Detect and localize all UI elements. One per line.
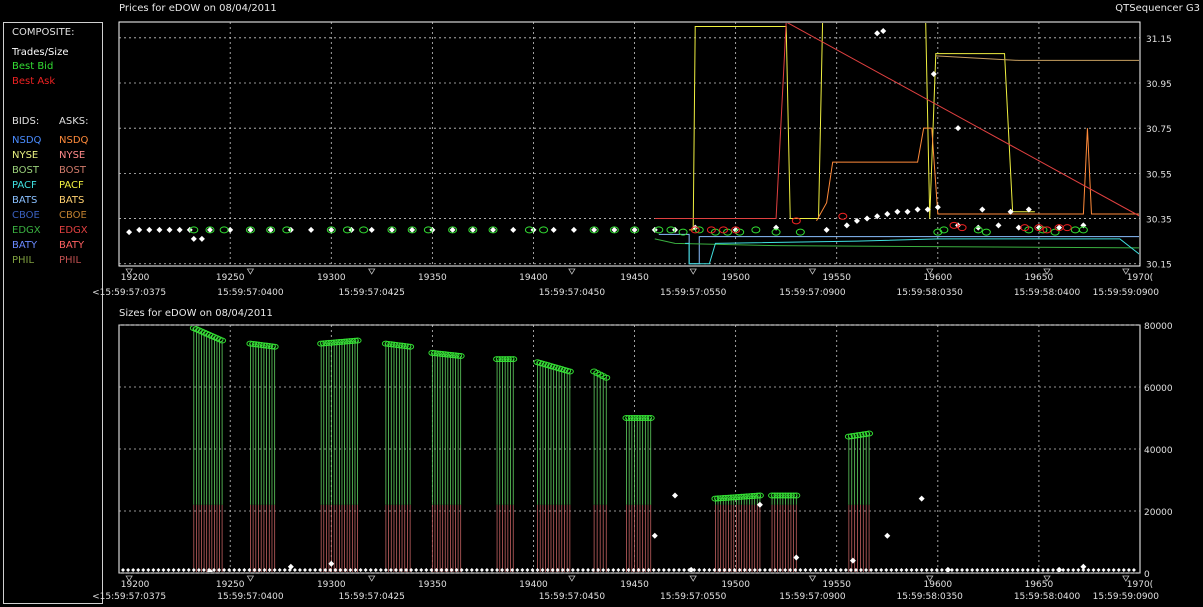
size-y-tick-label: 80000 xyxy=(1144,322,1173,332)
size-time-label: 15:59:57:0425 xyxy=(339,592,405,602)
price-x-tick-label: 19500 xyxy=(721,273,750,283)
size-time-label: <15:59:57:0375 xyxy=(92,592,166,602)
size-x-tick-label: 19400 xyxy=(519,580,548,590)
size-time-label: 15:59:59:0900 xyxy=(1093,592,1160,602)
size-x-tick-label: 1970( xyxy=(1127,580,1153,590)
time-marker xyxy=(808,268,817,275)
time-marker xyxy=(246,268,255,275)
size-y-tick-label: 40000 xyxy=(1144,446,1173,456)
price-x-tick-label: 19600 xyxy=(924,273,953,283)
size-x-tick-label: 19500 xyxy=(721,580,750,590)
price-time-label: 15:59:57:0450 xyxy=(539,288,606,298)
price-x-tick-label: 19250 xyxy=(216,273,245,283)
time-marker xyxy=(689,575,697,582)
price-time-label: 15:59:58:0350 xyxy=(897,288,964,298)
price-x-tick-label: 19650 xyxy=(1025,273,1054,283)
size-x-tick-label: 19600 xyxy=(924,580,953,590)
price-x-tick-label: 19300 xyxy=(317,273,346,283)
size-x-tick-label: 19650 xyxy=(1025,580,1054,590)
size-x-tick-label: 19300 xyxy=(317,580,346,590)
price-x-tick-label: 19400 xyxy=(519,273,548,283)
time-marker xyxy=(368,268,376,275)
price-time-label: 15:59:57:0425 xyxy=(339,288,405,298)
price-x-tick-label: 19550 xyxy=(822,273,851,283)
time-marker xyxy=(689,268,697,275)
price-y-tick-label: 30.15 xyxy=(1146,261,1172,271)
size-y-tick-label: 0 xyxy=(1144,570,1150,580)
size-time-label: 15:59:57:0900 xyxy=(779,592,846,602)
time-marker xyxy=(808,575,817,582)
price-x-tick-label: 1970( xyxy=(1127,273,1153,283)
time-marker xyxy=(568,575,576,582)
price-y-tick-label: 30.35 xyxy=(1146,216,1172,226)
size-x-tick-label: 19350 xyxy=(418,580,447,590)
size-x-tick-label: 19200 xyxy=(121,580,150,590)
size-y-tick-label: 60000 xyxy=(1144,384,1173,394)
price-y-tick-label: 30.95 xyxy=(1146,80,1172,90)
price-y-tick-label: 30.55 xyxy=(1146,170,1172,180)
size-time-label: 15:59:57:0450 xyxy=(539,592,606,602)
price-y-tick-label: 30.75 xyxy=(1146,125,1172,135)
time-marker xyxy=(368,575,376,582)
size-time-label: 15:59:58:0400 xyxy=(1014,592,1081,602)
price-x-tick-label: 19350 xyxy=(418,273,447,283)
price-time-label: 15:59:59:0900 xyxy=(1093,288,1160,298)
size-chart: 19200 19250 19300 19350 19400 19450 19500 19550… xyxy=(92,322,1173,602)
price-chart: 19200 19250 19300 19350 19400 19450 19500 19550… xyxy=(92,21,1172,298)
price-time-label: <15:59:57:0375 xyxy=(92,288,166,298)
time-marker xyxy=(246,575,255,582)
price-time-label: 15:59:57:0400 xyxy=(217,288,284,298)
time-marker xyxy=(568,268,576,275)
size-time-label: 15:59:57:0400 xyxy=(217,592,284,602)
price-time-label: 15:59:58:0400 xyxy=(1014,288,1081,298)
price-x-tick-label: 19200 xyxy=(121,273,150,283)
size-x-tick-label: 19450 xyxy=(620,580,649,590)
size-x-tick-label: 19550 xyxy=(822,580,851,590)
price-x-tick-label: 19450 xyxy=(620,273,649,283)
price-time-label: 15:59:57:0900 xyxy=(779,288,846,298)
price-time-label: 15:59:57:0550 xyxy=(660,288,727,298)
size-y-tick-label: 20000 xyxy=(1144,508,1173,518)
size-time-label: 15:59:57:0550 xyxy=(660,592,727,602)
size-x-tick-label: 19250 xyxy=(216,580,245,590)
price-y-tick-label: 31.15 xyxy=(1146,35,1172,45)
size-time-label: 15:59:58:0350 xyxy=(897,592,964,602)
